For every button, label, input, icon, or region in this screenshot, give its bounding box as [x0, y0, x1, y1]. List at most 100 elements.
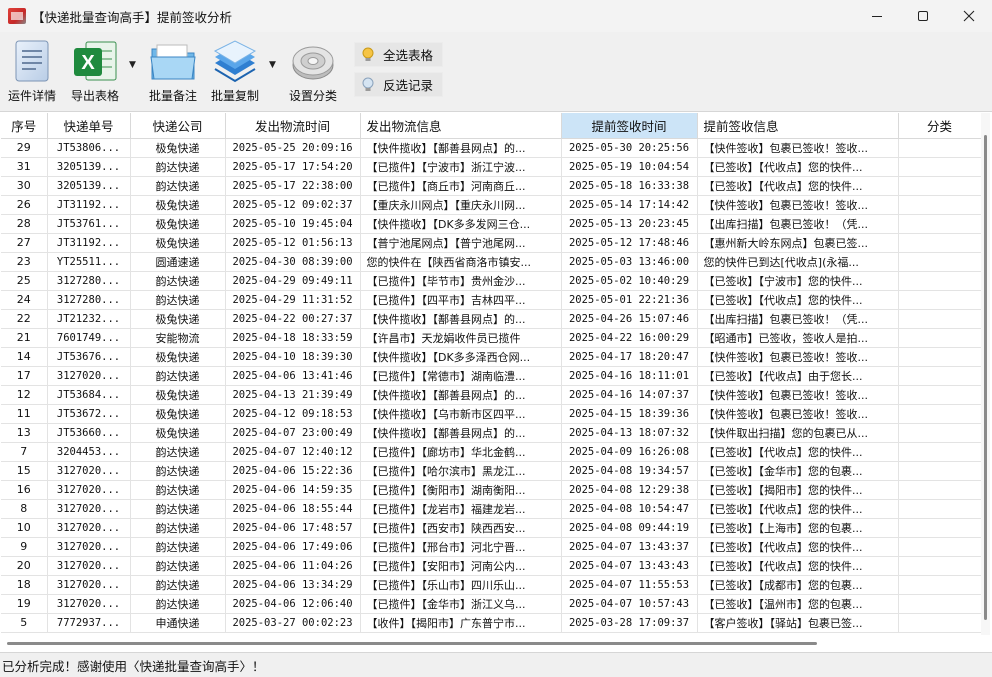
ship-time-cell[interactable]: 2025-04-10 18:39:30: [225, 347, 361, 367]
tracking-number-cell[interactable]: 3127020...: [47, 575, 131, 595]
ship-time-cell[interactable]: 2025-05-25 20:09:16: [225, 138, 361, 158]
tracking-number-cell[interactable]: 3205139...: [47, 176, 131, 196]
ship-info-cell[interactable]: 【已揽件】【西安市】陕西西安...: [360, 518, 562, 538]
courier-cell[interactable]: 极兔快递: [130, 347, 226, 367]
ship-time-cell[interactable]: 2025-04-12 09:18:53: [225, 404, 361, 424]
early-sign-info-cell[interactable]: 【已签收】【代收点】您的快件...: [697, 442, 899, 462]
table-row[interactable]: 13 JT53660... 极兔快递 2025-04-07 23:00:49 【快件揽收…: [1, 423, 982, 443]
ship-time-cell[interactable]: 2025-04-06 14:59:35: [225, 480, 361, 500]
category-cell[interactable]: [898, 195, 982, 215]
category-cell[interactable]: [898, 366, 982, 386]
row-index-cell[interactable]: 25: [1, 271, 48, 291]
table-row[interactable]: 30 3205139... 韵达快递 2025-05-17 22:38:00 【已揽件】…: [1, 176, 982, 196]
table-row[interactable]: 28 JT53761... 极兔快递 2025-05-10 19:45:04 【快件揽收…: [1, 214, 982, 234]
ship-info-cell[interactable]: 【已揽件】【商丘市】河南商丘...: [360, 176, 562, 196]
ship-time-cell[interactable]: 2025-04-06 13:34:29: [225, 575, 361, 595]
ship-info-cell[interactable]: 【快件揽收】【DK多多泽西仓网...: [360, 347, 562, 367]
table-row[interactable]: 22 JT21232... 极兔快递 2025-04-22 00:27:37 【快件揽收…: [1, 309, 982, 329]
ship-info-cell[interactable]: 【已揽件】【乐山市】四川乐山...: [360, 575, 562, 595]
ship-info-cell[interactable]: 【快件揽收】【鄯善县网点】的...: [360, 385, 562, 405]
early-sign-info-cell[interactable]: 【客户签收】【驿站】包裹已签...: [697, 613, 899, 633]
table-row[interactable]: 17 3127020... 韵达快递 2025-04-06 13:41:46 【已揽件】…: [1, 366, 982, 386]
set-category-button[interactable]: 设置分类: [286, 38, 340, 108]
row-index-cell[interactable]: 9: [1, 537, 48, 557]
tracking-number-cell[interactable]: 3127020...: [47, 480, 131, 500]
table-row[interactable]: 20 3127020... 韵达快递 2025-04-06 11:04:26 【已揽件】…: [1, 556, 982, 576]
tracking-number-cell[interactable]: JT53761...: [47, 214, 131, 234]
courier-cell[interactable]: 韵达快递: [130, 480, 226, 500]
early-sign-time-cell[interactable]: 2025-04-07 11:55:53: [561, 575, 698, 595]
ship-info-cell[interactable]: 【许昌市】天龙娟收件员已揽件: [360, 328, 562, 348]
table-row[interactable]: 31 3205139... 韵达快递 2025-05-17 17:54:20 【已揽件】…: [1, 157, 982, 177]
batch-note-button[interactable]: 批量备注: [146, 38, 200, 108]
early-sign-time-cell[interactable]: 2025-04-08 10:54:47: [561, 499, 698, 519]
early-sign-info-cell[interactable]: 【已签收】【代收点】您的快件...: [697, 556, 899, 576]
ship-info-cell[interactable]: 【已揽件】【龙岩市】福建龙岩...: [360, 499, 562, 519]
batch-copy-button[interactable]: 批量复制: [208, 38, 262, 108]
ship-info-cell[interactable]: 【快件揽收】【乌市新市区四平...: [360, 404, 562, 424]
courier-cell[interactable]: 极兔快递: [130, 233, 226, 253]
early-sign-time-cell[interactable]: 2025-05-02 10:40:29: [561, 271, 698, 291]
courier-cell[interactable]: 圆通速递: [130, 252, 226, 272]
tracking-number-cell[interactable]: 3127280...: [47, 271, 131, 291]
row-index-cell[interactable]: 13: [1, 423, 48, 443]
horizontal-scroll-thumb[interactable]: [7, 642, 817, 645]
courier-cell[interactable]: 极兔快递: [130, 195, 226, 215]
ship-info-cell[interactable]: 【已揽件】【宁波市】浙江宁波...: [360, 157, 562, 177]
early-sign-info-cell[interactable]: 【快件取出扫描】您的包裹已从...: [697, 423, 899, 443]
column-header-index[interactable]: 序号: [1, 113, 48, 139]
early-sign-info-cell[interactable]: 【快件签收】包裹已签收！签收...: [697, 195, 899, 215]
early-sign-info-cell[interactable]: 【快件签收】包裹已签收！签收...: [697, 138, 899, 158]
ship-info-cell[interactable]: 【普宁池尾网点】【普宁池尾网...: [360, 233, 562, 253]
early-sign-time-cell[interactable]: 2025-04-08 12:29:38: [561, 480, 698, 500]
column-header-courier[interactable]: 快递公司: [130, 113, 226, 139]
column-header-ship-info[interactable]: 发出物流信息: [360, 113, 562, 139]
table-row[interactable]: 26 JT31192... 极兔快递 2025-05-12 09:02:37 【重庆永川…: [1, 195, 982, 215]
category-cell[interactable]: [898, 290, 982, 310]
tracking-number-cell[interactable]: JT31192...: [47, 195, 131, 215]
tracking-number-cell[interactable]: YT25511...: [47, 252, 131, 272]
table-row[interactable]: 11 JT53672... 极兔快递 2025-04-12 09:18:53 【快件揽收…: [1, 404, 982, 424]
tracking-number-cell[interactable]: JT21232...: [47, 309, 131, 329]
row-index-cell[interactable]: 14: [1, 347, 48, 367]
early-sign-time-cell[interactable]: 2025-05-14 17:14:42: [561, 195, 698, 215]
table-row[interactable]: 16 3127020... 韵达快递 2025-04-06 14:59:35 【已揽件】…: [1, 480, 982, 500]
select-all-button[interactable]: 全选表格: [354, 42, 443, 67]
vertical-scrollbar[interactable]: [981, 113, 990, 635]
tracking-number-cell[interactable]: JT53676...: [47, 347, 131, 367]
courier-cell[interactable]: 韵达快递: [130, 461, 226, 481]
category-cell[interactable]: [898, 385, 982, 405]
ship-info-cell[interactable]: 【收件】【揭阳市】广东普宁市...: [360, 613, 562, 633]
ship-time-cell[interactable]: 2025-04-06 13:41:46: [225, 366, 361, 386]
early-sign-time-cell[interactable]: 2025-05-12 17:48:46: [561, 233, 698, 253]
ship-info-cell[interactable]: 【快件揽收】【鄯善县网点】的...: [360, 309, 562, 329]
early-sign-info-cell[interactable]: 【已签收】【上海市】您的包裹...: [697, 518, 899, 538]
export-dropdown-arrow-icon[interactable]: ▼: [129, 60, 136, 70]
early-sign-time-cell[interactable]: 2025-05-18 16:33:38: [561, 176, 698, 196]
ship-info-cell[interactable]: 【已揽件】【金华市】浙江义乌...: [360, 594, 562, 614]
tracking-number-cell[interactable]: 3127020...: [47, 499, 131, 519]
ship-time-cell[interactable]: 2025-05-12 01:56:13: [225, 233, 361, 253]
ship-time-cell[interactable]: 2025-05-17 17:54:20: [225, 157, 361, 177]
row-index-cell[interactable]: 12: [1, 385, 48, 405]
ship-time-cell[interactable]: 2025-03-27 00:02:23: [225, 613, 361, 633]
tracking-number-cell[interactable]: JT53660...: [47, 423, 131, 443]
early-sign-info-cell[interactable]: 【已签收】【代收点】您的快件...: [697, 290, 899, 310]
row-index-cell[interactable]: 21: [1, 328, 48, 348]
ship-time-cell[interactable]: 2025-04-07 12:40:12: [225, 442, 361, 462]
ship-time-cell[interactable]: 2025-04-06 15:22:36: [225, 461, 361, 481]
table-row[interactable]: 29 JT53806... 极兔快递 2025-05-25 20:09:16 【快件揽收…: [1, 138, 982, 158]
category-cell[interactable]: [898, 556, 982, 576]
early-sign-info-cell[interactable]: 【已签收】【揭阳市】您的快件...: [697, 480, 899, 500]
row-index-cell[interactable]: 10: [1, 518, 48, 538]
early-sign-time-cell[interactable]: 2025-04-13 18:07:32: [561, 423, 698, 443]
ship-info-cell[interactable]: 【快件揽收】【鄯善县网点】的...: [360, 423, 562, 443]
early-sign-time-cell[interactable]: 2025-04-15 18:39:36: [561, 404, 698, 424]
ship-time-cell[interactable]: 2025-04-13 21:39:49: [225, 385, 361, 405]
ship-info-cell[interactable]: 【已揽件】【安阳市】河南公内...: [360, 556, 562, 576]
early-sign-time-cell[interactable]: 2025-04-16 18:11:01: [561, 366, 698, 386]
early-sign-info-cell[interactable]: 【快件签收】包裹已签收！签收...: [697, 404, 899, 424]
early-sign-info-cell[interactable]: 【出库扫描】包裹已签收！（凭...: [697, 309, 899, 329]
row-index-cell[interactable]: 24: [1, 290, 48, 310]
maximize-button[interactable]: [900, 0, 946, 32]
